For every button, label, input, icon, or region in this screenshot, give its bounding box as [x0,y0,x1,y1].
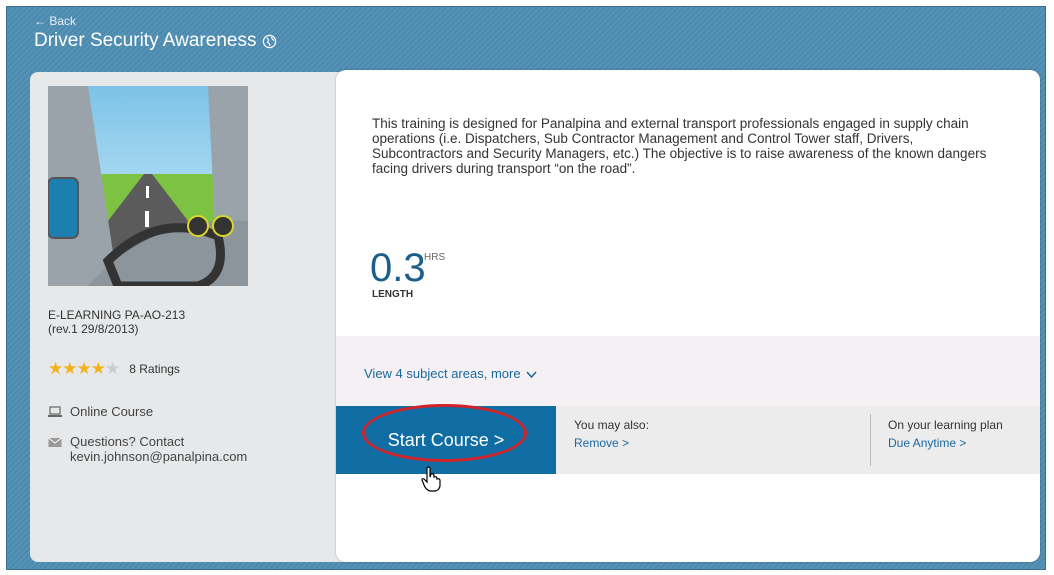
course-thumbnail [48,86,248,286]
length-label: LENGTH [372,289,414,300]
back-link[interactable]: ← Back [34,14,76,28]
contact-label: Questions? Contact [70,434,185,449]
you-may-also-section: You may also: Remove > [574,418,649,450]
chevron-down-icon [526,371,537,378]
length-unit: HRS [424,252,446,263]
course-code: E-LEARNING PA-AO-213 [48,308,186,322]
remove-link[interactable]: Remove > [574,436,649,450]
course-description: This training is designed for Panalpina … [372,116,987,176]
ratings-count: 8 Ratings [129,362,180,376]
contact-row: Questions? Contact kevin.johnson@panalpi… [48,434,247,464]
action-bar: Start Course > You may also: Remove > On… [336,404,1040,474]
star-rating[interactable]: ★★★★★ [48,359,120,379]
view-subject-areas-link[interactable]: View 4 subject areas, more [364,366,537,381]
rating-row: ★★★★★ 8 Ratings [48,359,180,379]
subject-link-text: View 4 subject areas, more [364,366,521,381]
course-type-row: Online Course [48,404,153,419]
globe-icon [263,34,277,48]
due-anytime-link[interactable]: Due Anytime > [888,436,1003,450]
learning-plan-section: On your learning plan Due Anytime > [888,418,1003,450]
course-code-block: E-LEARNING PA-AO-213 (rev.1 29/8/2013) [48,308,298,336]
you-may-also-label: You may also: [574,418,649,432]
learning-plan-label: On your learning plan [888,418,1003,432]
subject-areas-band: View 4 subject areas, more [336,336,1040,406]
laptop-icon [48,406,62,417]
length-value: 0.3 [370,246,426,290]
course-sidebar: E-LEARNING PA-AO-213 (rev.1 29/8/2013) ★… [30,72,350,562]
hand-cursor-icon [421,466,441,492]
divider [870,414,871,466]
course-type: Online Course [70,404,154,419]
page-title: Driver Security Awareness [34,30,277,52]
start-course-button[interactable]: Start Course > [336,406,556,474]
contact-email[interactable]: kevin.johnson@panalpina.com [70,449,247,464]
course-revision: (rev.1 29/8/2013) [48,322,139,336]
envelope-icon [48,437,62,447]
page-title-text: Driver Security Awareness [34,30,257,51]
